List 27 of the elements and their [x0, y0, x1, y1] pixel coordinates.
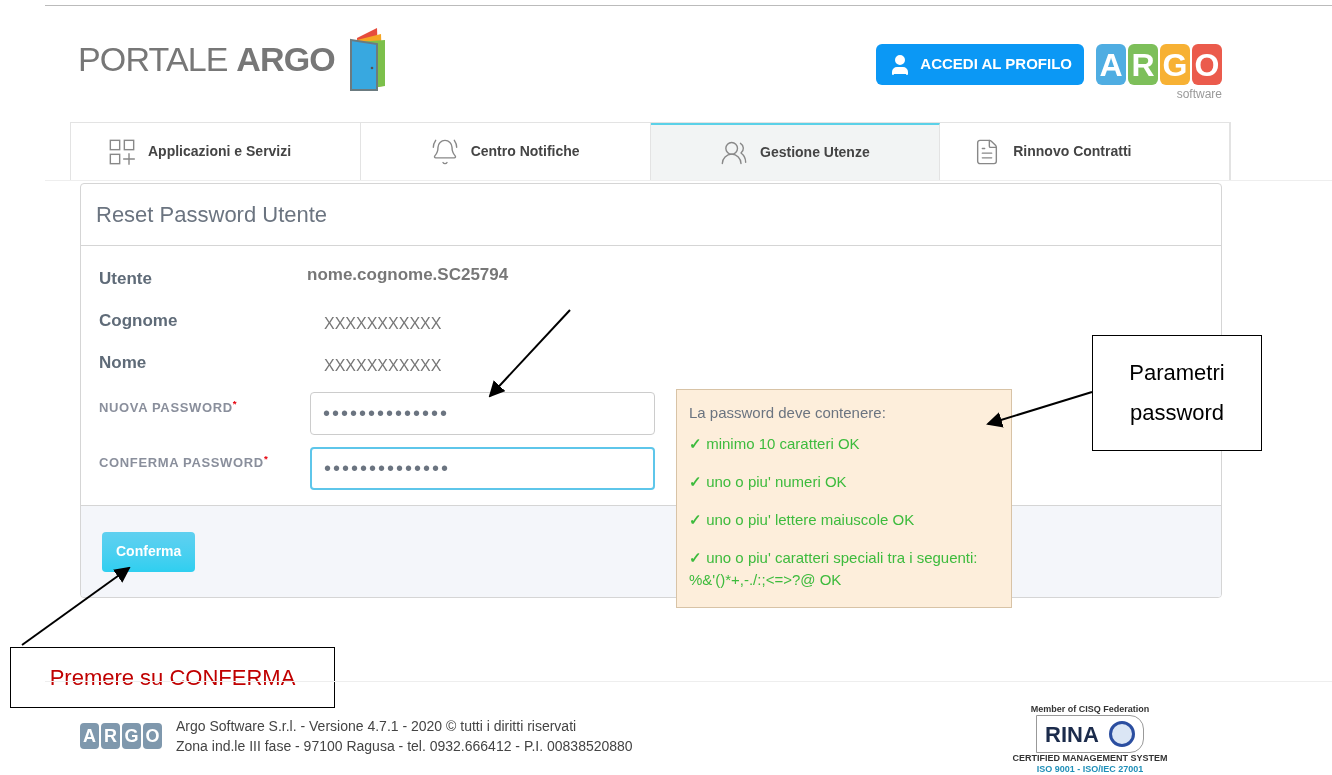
- nav-tab[interactable]: Gestione Utenze: [650, 123, 941, 180]
- field-label: NUOVA PASSWORD$^{*}$: [99, 397, 239, 417]
- info-value: XXXXXXXXXXX: [323, 314, 442, 334]
- rule-text: ✓ minimo 10 caratteri OK: [689, 433, 861, 454]
- rule-text: ✓ uno o piu' numeri OK: [689, 471, 848, 492]
- card-title: Reset Password Utente: [96, 201, 328, 229]
- rule-text: ✓ uno o piu' caratteri speciali tra i seguenti: %&'()*+,-./:;<=>?@ OK: [689, 547, 979, 590]
- brand-logo: A R G O: [1096, 44, 1222, 85]
- certification-badge: Member of CISQ Federation RINA CERTIFIED MANAGEMENT SYSTEM ISO 9001 - ISO/IEC 27001: [1010, 704, 1170, 775]
- field-label: CONFERMA PASSWORD$^{*}$: [99, 452, 270, 472]
- info-value: nome.cognome.SC25794: [307, 264, 509, 286]
- footer-text: Zona ind.le III fase - 97100 Ragusa - tel. 0932.666412 - P.I. 00838520880: [176, 737, 633, 756]
- info-value: XXXXXXXXXXX: [323, 356, 442, 376]
- password-field[interactable]: ••••••••••••••: [310, 392, 655, 435]
- tooltip-title: La password deve contenere:: [689, 403, 887, 423]
- portal-logo-text: PORTALE ARGO: [78, 38, 335, 80]
- password-field[interactable]: ••••••••••••••: [310, 447, 655, 490]
- footer-text: Argo Software S.r.l. - Versione 4.7.1 - 2020 © tutti i diritti riservati: [176, 717, 578, 736]
- bell-icon: [430, 137, 459, 166]
- info-label: Nome: [99, 352, 148, 374]
- footer-logo: A R G O: [80, 723, 162, 749]
- grid-plus-icon: [108, 137, 136, 166]
- info-label: Utente: [99, 268, 153, 290]
- rule-text: ✓ uno o piu' lettere maiuscole OK: [689, 509, 916, 530]
- info-label: Cognome: [99, 310, 179, 332]
- brand-subtitle: software: [1176, 86, 1222, 103]
- callout-box: Parametri password: [1092, 335, 1262, 451]
